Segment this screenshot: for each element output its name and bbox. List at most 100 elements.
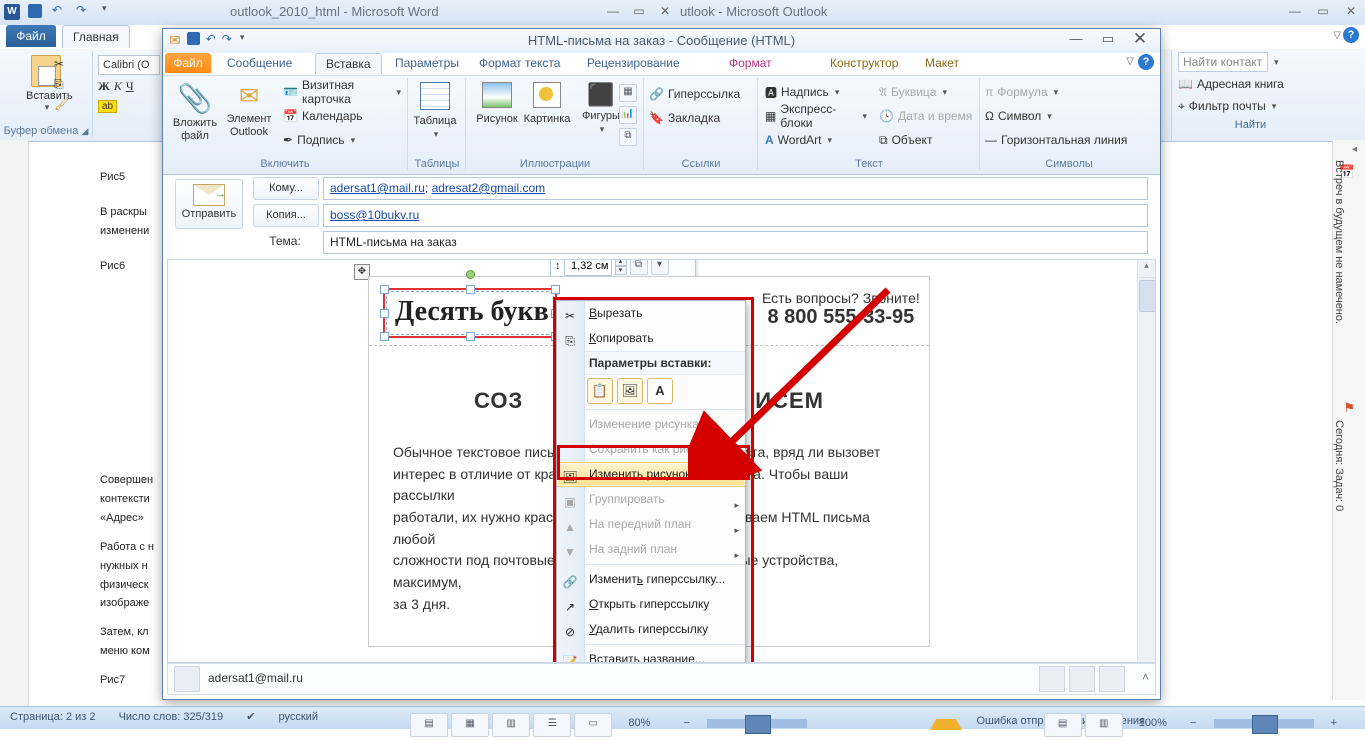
object-button[interactable]: ⧉Объект	[875, 128, 977, 152]
status-page[interactable]: Страница: 2 из 2	[0, 708, 106, 726]
outlook-zoom-value[interactable]: 100%	[1129, 714, 1177, 732]
word-file-tab[interactable]: Файл	[6, 25, 56, 47]
copy-icon[interactable]: ⎘	[54, 77, 69, 97]
chart-button[interactable]: 📊	[619, 106, 637, 124]
qat-dropdown-icon[interactable]: ▾	[102, 3, 120, 21]
symbol-button[interactable]: ΩСимвол▾	[981, 104, 1157, 128]
address-book-button[interactable]: 📖Адресная книга	[1178, 74, 1323, 94]
rotate-handle[interactable]	[466, 270, 475, 279]
font-combo[interactable]: Calibri (О	[98, 55, 160, 75]
undo-icon[interactable]: ↶	[52, 3, 70, 21]
scroll-up-icon[interactable]: ▴	[1138, 260, 1155, 278]
ol-zoom-out-icon[interactable]: −	[1180, 714, 1206, 732]
ctx-edit-hyperlink[interactable]: 🔗Изменить гиперссылку...	[557, 567, 745, 592]
zoom-slider[interactable]	[707, 719, 807, 728]
ctx-change-image[interactable]: 🖼Изменить рисунок...	[557, 462, 745, 487]
word-tab-home[interactable]: Главная	[62, 25, 130, 48]
business-card-button[interactable]: 🪪Визитная карточка▾	[279, 80, 405, 104]
height-input[interactable]	[564, 259, 612, 276]
msg-file-tab[interactable]: Файл	[165, 53, 211, 73]
quickparts-button[interactable]: ▦Экспресс-блоки▾	[761, 104, 871, 128]
todo-collapse-icon[interactable]: ◂	[1352, 144, 1357, 155]
screenshot-button[interactable]: ⧉	[619, 128, 637, 146]
save-icon[interactable]	[28, 3, 46, 21]
msg-minimize-button[interactable]: —	[1060, 29, 1092, 49]
attach-file-button[interactable]: 📎 Вложить файл	[169, 82, 221, 142]
crop-dd-button[interactable]: ▾	[651, 259, 669, 275]
calendar-button[interactable]: 📅Календарь	[279, 104, 405, 128]
status-language[interactable]: русский	[269, 708, 328, 726]
crop-button[interactable]: ⧉	[630, 259, 648, 275]
view-print-layout[interactable]: ▤	[410, 713, 448, 737]
paste-picture[interactable]: 🖼	[617, 378, 643, 404]
view-web[interactable]: ▥	[492, 713, 530, 737]
redo-icon[interactable]: ↷	[76, 3, 94, 21]
cut-icon[interactable]: ✂	[54, 57, 69, 77]
italic-button[interactable]: К	[114, 79, 122, 94]
horizontal-line-button[interactable]: ―Горизонтальная линия	[981, 128, 1157, 152]
to-button[interactable]: Кому...	[253, 177, 319, 200]
subject-field[interactable]: HTML-письма на заказ	[323, 231, 1148, 254]
format-painter-icon[interactable]: 🖌	[54, 97, 69, 117]
people-pane-expand-icon[interactable]: ˄	[1142, 670, 1149, 684]
clipart-button[interactable]: Картинка	[521, 82, 573, 126]
tab-options[interactable]: Параметры	[385, 53, 469, 73]
picture-button[interactable]: Рисунок	[471, 82, 523, 126]
tab-format-text[interactable]: Формат текста	[469, 53, 570, 73]
mail-filter-button[interactable]: ⌖Фильтр почты▾	[1178, 96, 1323, 116]
bold-button[interactable]: Ж	[98, 79, 110, 94]
wordart-button[interactable]: AWordArt▾	[761, 128, 871, 152]
underline-button[interactable]: Ч	[126, 79, 134, 94]
ol-view-normal[interactable]: ▤	[1044, 713, 1082, 737]
msg-help-icon[interactable]: ?	[1138, 54, 1154, 70]
smartart-button[interactable]: ▦	[619, 84, 637, 102]
tab-table-design[interactable]: Конструктор	[818, 53, 910, 73]
body-scrollbar[interactable]: ▴	[1137, 260, 1155, 662]
height-down[interactable]: ▾	[615, 266, 627, 275]
tab-insert[interactable]: Вставка	[315, 53, 382, 74]
ol-zoom-slider[interactable]	[1214, 719, 1314, 728]
ol-zoom-in-icon[interactable]: +	[1321, 714, 1347, 732]
selected-image[interactable]: Десять букв	[383, 288, 557, 338]
ctx-copy[interactable]: ⎘Копировать	[557, 326, 745, 351]
paste-text-only[interactable]: A	[647, 378, 673, 404]
message-body[interactable]: ▴ ↕ ▴▾ ⧉ ▾ ↔ ▴▾ ⊞ ⟳ ✥	[167, 259, 1156, 663]
find-contact-input[interactable]: Найти контакт	[1178, 52, 1268, 72]
send-button[interactable]: Отправить	[175, 179, 243, 229]
word-maximize-button[interactable]: ▭	[626, 0, 652, 22]
people-pane[interactable]: adersat1@mail.ru ˄	[167, 663, 1156, 695]
word-minimize-button[interactable]: —	[600, 0, 626, 22]
hyperlink-button[interactable]: 🔗Гиперссылка	[645, 82, 757, 106]
view-outline[interactable]: ☰	[533, 713, 571, 737]
bookmark-button[interactable]: 🔖Закладка	[645, 106, 757, 130]
ol-view-reading[interactable]: ▥	[1085, 713, 1123, 737]
cc-field[interactable]: boss@10bukv.ru	[323, 204, 1148, 227]
msg-ribbon-minimize-icon[interactable]: ▽	[1126, 56, 1134, 67]
ctx-cut[interactable]: ✂Вырезать	[557, 301, 745, 326]
outlook-close-button[interactable]: ✕	[1337, 0, 1365, 22]
paste-keep-source[interactable]: 📋	[587, 378, 613, 404]
outlook-item-button[interactable]: ✉ Элемент Outlook	[223, 82, 275, 138]
cc-recipient-1[interactable]: boss@10bukv.ru	[330, 208, 419, 222]
word-close-button[interactable]: ✕	[652, 0, 678, 22]
context-menu[interactable]: ✂Вырезать ⎘Копировать Параметры вставки:…	[556, 300, 746, 663]
find-contact-dd-icon[interactable]: ▾	[1274, 57, 1279, 68]
status-word-count[interactable]: Число слов: 325/319	[109, 708, 234, 726]
outlook-minimize-button[interactable]: —	[1281, 0, 1309, 22]
tab-pic-format[interactable]: Формат	[717, 53, 784, 73]
mail-filter-dd-icon[interactable]: ▾	[1272, 101, 1277, 112]
cc-button[interactable]: Копия...	[253, 204, 319, 227]
msg-close-button[interactable]: ✕	[1124, 29, 1156, 49]
scroll-thumb[interactable]	[1139, 280, 1156, 312]
zoom-out-icon[interactable]: −	[673, 714, 699, 732]
view-draft[interactable]: ▭	[574, 713, 612, 737]
view-fullscreen[interactable]: ▦	[451, 713, 489, 737]
textbox-button[interactable]: 🅰Надпись▾	[761, 80, 871, 104]
tab-review[interactable]: Рецензирование	[577, 53, 690, 73]
highlight-button[interactable]: ab	[98, 100, 117, 113]
signature-button[interactable]: ✒Подпись▾	[279, 128, 405, 152]
tab-message[interactable]: Сообщение	[217, 53, 302, 73]
help-icon[interactable]: ?	[1343, 27, 1359, 43]
tab-table-layout[interactable]: Макет	[913, 53, 971, 73]
ctx-open-hyperlink[interactable]: ↗Открыть гиперссылку	[557, 592, 745, 617]
